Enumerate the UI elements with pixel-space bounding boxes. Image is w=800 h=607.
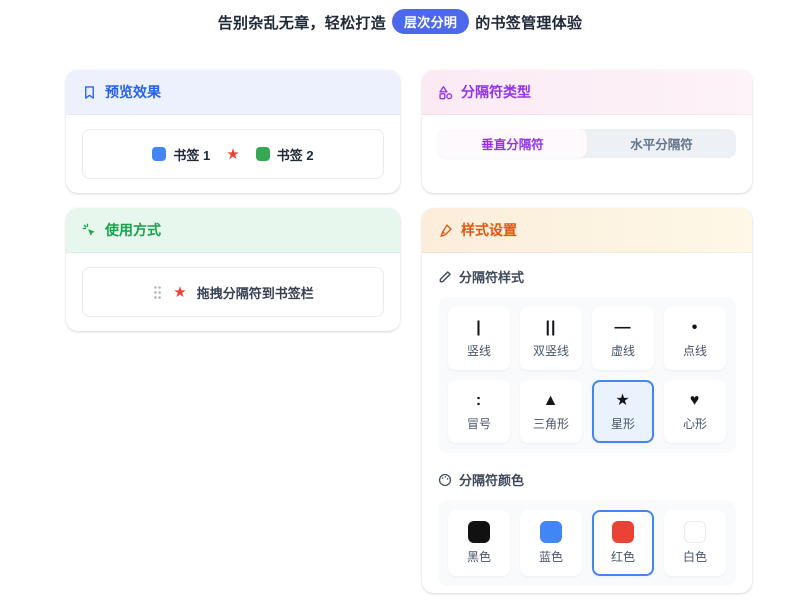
main-layout: 预览效果 书签 1 ★ 书签 2 xyxy=(66,70,800,593)
tab-horizontal-separator[interactable]: 水平分隔符 xyxy=(587,129,736,158)
colon-glyph: : xyxy=(476,392,482,410)
usage-card-body: ★ 拖拽分隔符到书签栏 xyxy=(66,253,400,331)
color-options-grid: 黑色 蓝色 红色 白色 xyxy=(438,500,736,586)
hero-tagline: 告别杂乱无章，轻松打造层次分明的书签管理体验 xyxy=(0,0,800,34)
star-separator-icon: ★ xyxy=(173,283,186,301)
style-option-dashed-line[interactable]: — 虚线 xyxy=(592,307,654,370)
bookmark-favicon-green xyxy=(256,147,270,161)
style-option-triangle[interactable]: ▲ 三角形 xyxy=(520,380,582,443)
hero-suffix: 的书签管理体验 xyxy=(475,15,582,32)
usage-card-header: 使用方式 xyxy=(66,208,400,253)
separator-type-title: 分隔符类型 xyxy=(461,82,531,102)
heart-glyph: ♥ xyxy=(690,392,701,410)
white-swatch xyxy=(684,521,706,543)
separator-color-label: 分隔符颜色 xyxy=(438,470,736,489)
palette-icon xyxy=(438,473,452,487)
style-option-dotted-line[interactable]: • 点线 xyxy=(664,307,726,370)
black-swatch xyxy=(468,521,490,543)
style-settings-title: 样式设置 xyxy=(461,220,517,240)
cursor-click-icon xyxy=(82,223,97,238)
preview-card: 预览效果 书签 1 ★ 书签 2 xyxy=(66,70,400,193)
preview-card-title: 预览效果 xyxy=(105,82,161,102)
separator-color-label-text: 分隔符颜色 xyxy=(459,470,524,489)
style-settings-card: 样式设置 分隔符样式 | 竖线 || 双竖线 xyxy=(422,208,752,593)
separator-type-body: 垂直分隔符 水平分隔符 xyxy=(422,115,752,172)
paintbrush-icon xyxy=(438,223,453,238)
style-settings-header: 样式设置 xyxy=(422,208,752,253)
style-option-vertical-line[interactable]: | 竖线 xyxy=(448,307,510,370)
color-option-white[interactable]: 白色 xyxy=(664,510,726,576)
style-option-star[interactable]: ★ 星形 xyxy=(592,380,654,443)
color-option-black[interactable]: 黑色 xyxy=(448,510,510,576)
separator-style-label-text: 分隔符样式 xyxy=(459,267,524,286)
star-glyph: ★ xyxy=(615,392,630,410)
red-swatch xyxy=(612,521,634,543)
tab-vertical-separator[interactable]: 垂直分隔符 xyxy=(438,129,587,158)
separator-style-label: 分隔符样式 xyxy=(438,267,736,286)
color-option-blue[interactable]: 蓝色 xyxy=(520,510,582,576)
drag-handle-icon xyxy=(152,285,163,300)
dotted-line-glyph: • xyxy=(692,319,699,337)
pen-icon xyxy=(438,270,452,284)
draggable-separator[interactable]: ★ 拖拽分隔符到书签栏 xyxy=(152,283,313,302)
usage-instruction: 拖拽分隔符到书签栏 xyxy=(197,283,314,302)
double-line-glyph: || xyxy=(546,319,557,337)
triangle-glyph: ▲ xyxy=(543,392,560,410)
usage-card: 使用方式 ★ 拖拽分隔符到书签栏 xyxy=(66,208,400,331)
bookmark-label-2: 书签 2 xyxy=(277,145,314,164)
bookmark-label-1: 书签 1 xyxy=(173,145,210,164)
color-option-red[interactable]: 红色 xyxy=(592,510,654,576)
hero-prefix: 告别杂乱无章，轻松打造 xyxy=(218,15,386,32)
left-column: 预览效果 书签 1 ★ 书签 2 xyxy=(66,70,400,593)
style-option-double-line[interactable]: || 双竖线 xyxy=(520,307,582,370)
vertical-line-glyph: | xyxy=(476,319,481,337)
hero-badge: 层次分明 xyxy=(392,9,469,34)
bookmark-icon xyxy=(82,85,97,100)
separator-type-card: 分隔符类型 垂直分隔符 水平分隔符 xyxy=(422,70,752,193)
usage-card-title: 使用方式 xyxy=(105,220,161,240)
separator-type-header: 分隔符类型 xyxy=(422,70,752,115)
usage-demo-box: ★ 拖拽分隔符到书签栏 xyxy=(82,267,384,317)
style-option-colon[interactable]: : 冒号 xyxy=(448,380,510,443)
blue-swatch xyxy=(540,521,562,543)
right-column: 分隔符类型 垂直分隔符 水平分隔符 样式设置 xyxy=(422,70,752,593)
separator-type-tabs: 垂直分隔符 水平分隔符 xyxy=(438,129,736,158)
bookmark-chip-2: 书签 2 xyxy=(256,145,314,164)
style-option-heart[interactable]: ♥ 心形 xyxy=(664,380,726,443)
star-separator-icon: ★ xyxy=(226,145,239,163)
bookmark-chip-1: 书签 1 xyxy=(152,145,210,164)
bookmark-favicon-blue xyxy=(152,147,166,161)
style-settings-body: 分隔符样式 | 竖线 || 双竖线 — 虚线 xyxy=(422,253,752,593)
shapes-icon xyxy=(438,85,453,100)
preview-card-header: 预览效果 xyxy=(66,70,400,115)
dashed-line-glyph: — xyxy=(615,319,632,337)
preview-card-body: 书签 1 ★ 书签 2 xyxy=(66,115,400,193)
bookmark-bar-preview: 书签 1 ★ 书签 2 xyxy=(82,129,384,179)
style-options-grid: | 竖线 || 双竖线 — 虚线 • 点线 xyxy=(438,297,736,453)
